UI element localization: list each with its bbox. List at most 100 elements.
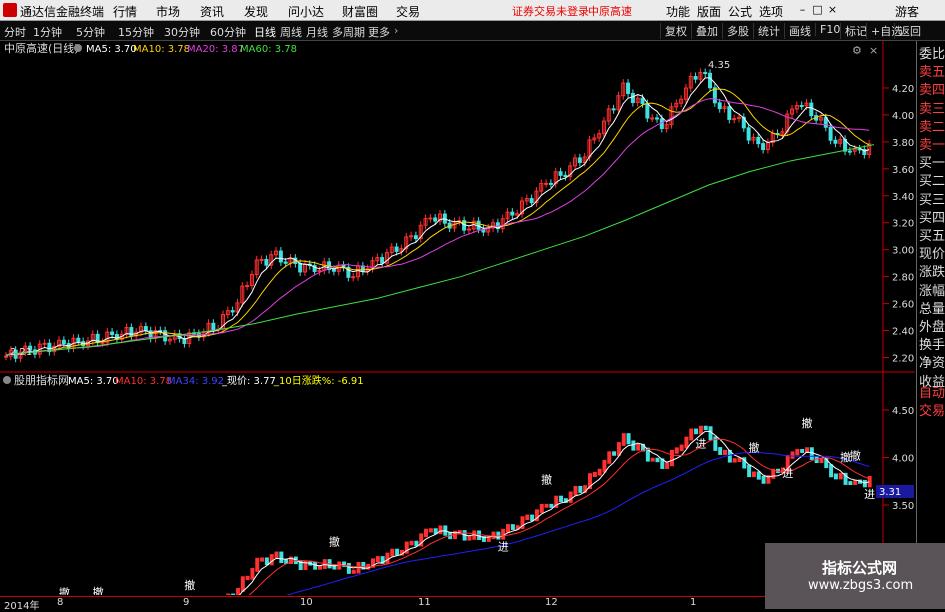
candle-body: [703, 72, 708, 75]
candle-body: [732, 118, 737, 121]
main-y-tick-label: 3.60: [892, 165, 914, 176]
login-notice[interactable]: 证券交易未登录: [512, 3, 589, 19]
candle-body: [211, 322, 216, 331]
side-item-8[interactable]: 买三: [919, 191, 945, 210]
main-y-tick-label: 2.60: [892, 300, 914, 311]
main-y-tick-label: 4.00: [892, 111, 914, 122]
tool-mark[interactable]: 标记: [840, 23, 867, 39]
tool-fq[interactable]: 复权: [660, 23, 687, 39]
ind-bar: [790, 451, 795, 459]
candle-body: [828, 126, 833, 141]
menu-layout[interactable]: 版面: [697, 3, 721, 20]
period-1min[interactable]: 1分钟: [33, 24, 62, 40]
candle-body: [847, 150, 852, 153]
side-item-12[interactable]: 涨跌: [919, 263, 945, 282]
chevron-right-icon[interactable]: ›: [394, 24, 398, 37]
side-item-3[interactable]: 卖三: [919, 100, 945, 119]
menu-news[interactable]: 资讯: [200, 3, 224, 20]
ind-bar: [723, 449, 728, 455]
period-multi[interactable]: 多周期: [332, 24, 365, 40]
side-item-9[interactable]: 买四: [919, 209, 945, 228]
candle-body: [351, 276, 356, 279]
side-bottom-item-0[interactable]: 自动: [919, 384, 945, 403]
menu-trade[interactable]: 交易: [396, 3, 420, 20]
guest-label[interactable]: 游客: [895, 3, 919, 20]
menu-formula[interactable]: 公式: [728, 3, 752, 20]
side-item-6[interactable]: 买一: [919, 154, 945, 173]
candle-body: [100, 341, 105, 344]
side-item-13[interactable]: 涨幅: [919, 282, 945, 301]
candle-body: [727, 106, 732, 120]
tool-f10[interactable]: F10: [815, 23, 840, 36]
menu-market[interactable]: 市场: [156, 3, 180, 20]
indicator-name: 股朋指标网: [14, 373, 69, 387]
period-timeshare[interactable]: 分时: [4, 24, 26, 40]
close-icon[interactable]: ×: [826, 3, 839, 16]
tool-stats[interactable]: 统计: [753, 23, 780, 39]
candle-body: [611, 108, 616, 111]
ind-bar: [689, 428, 694, 441]
menu-wealth[interactable]: 财富圈: [342, 3, 378, 20]
tool-back[interactable]: 返回: [894, 23, 921, 39]
side-item-15[interactable]: 外盘: [919, 318, 945, 337]
main-y-tick-label: 2.80: [892, 273, 914, 284]
chart-close-icon[interactable]: ×: [869, 44, 878, 57]
ind-bar: [631, 440, 636, 451]
period-15min[interactable]: 15分钟: [118, 24, 154, 40]
period-weekly[interactable]: 周线: [280, 24, 302, 40]
chart-settings-icon[interactable]: ⚙: [852, 44, 862, 57]
settings-dot-icon[interactable]: [74, 44, 82, 52]
ind-bar: [231, 593, 236, 595]
stock-notice[interactable]: 中原高速: [588, 3, 632, 19]
date-label-aug: 8: [57, 597, 64, 608]
indicator-dot-icon[interactable]: [3, 376, 11, 384]
ind-ma5-label: MA5: 3.70: [68, 376, 119, 387]
period-5min[interactable]: 5分钟: [76, 24, 105, 40]
period-60min[interactable]: 60分钟: [210, 24, 246, 40]
menu-discover[interactable]: 发现: [244, 3, 268, 20]
side-item-14[interactable]: 总量: [919, 300, 945, 319]
ind-bar: [390, 548, 395, 557]
kline-chart-area[interactable]: 中原高速(日线) MA5: 3.70 MA10: 3.78 MA20: 3.87…: [0, 41, 915, 595]
ind-bar: [467, 536, 472, 541]
side-item-5[interactable]: 卖一: [919, 136, 945, 155]
ind-bar: [732, 458, 737, 463]
side-item-10[interactable]: 买五: [919, 227, 945, 246]
side-item-2[interactable]: 卖四: [919, 81, 945, 100]
menu-ask[interactable]: 问小达: [288, 3, 324, 20]
ind-bar: [438, 525, 443, 535]
side-bottom-item-1[interactable]: 交易: [919, 402, 945, 421]
period-daily[interactable]: 日线: [254, 24, 276, 40]
side-item-4[interactable]: 卖二: [919, 118, 945, 137]
minimize-icon[interactable]: –: [796, 3, 809, 16]
tool-draw[interactable]: 画线: [784, 23, 811, 39]
ind-bar: [650, 457, 655, 462]
menu-options[interactable]: 选项: [759, 3, 783, 20]
maximize-icon[interactable]: □: [811, 3, 824, 16]
ind-bar: [703, 425, 708, 431]
side-item-0[interactable]: 委比: [919, 45, 945, 64]
side-item-7[interactable]: 买二: [919, 172, 945, 191]
candle-body: [693, 76, 698, 80]
ind-bar: [250, 568, 255, 580]
ma5-line: [5, 77, 870, 357]
watermark-title: 指标公式网: [822, 559, 898, 577]
side-item-16[interactable]: 换手: [919, 336, 945, 355]
menu-functions[interactable]: 功能: [666, 3, 690, 20]
period-30min[interactable]: 30分钟: [164, 24, 200, 40]
sell-signal: 撤: [541, 473, 552, 487]
ind-bar: [568, 491, 573, 503]
menu-quotes[interactable]: 行情: [113, 3, 137, 20]
ind-bar: [636, 443, 641, 451]
tool-multi[interactable]: 多股: [722, 23, 749, 39]
side-item-11[interactable]: 现价: [919, 245, 945, 264]
period-monthly[interactable]: 月线: [306, 24, 328, 40]
side-item-17[interactable]: 净资: [919, 354, 945, 373]
price-tag-text: 3.31: [879, 487, 901, 498]
candle-body: [433, 217, 438, 222]
period-more[interactable]: 更多: [368, 24, 390, 40]
ma60-line: [5, 144, 875, 356]
tool-overlay[interactable]: 叠加: [691, 23, 718, 39]
ind-bar: [424, 528, 429, 538]
side-item-1[interactable]: 卖五: [919, 63, 945, 82]
